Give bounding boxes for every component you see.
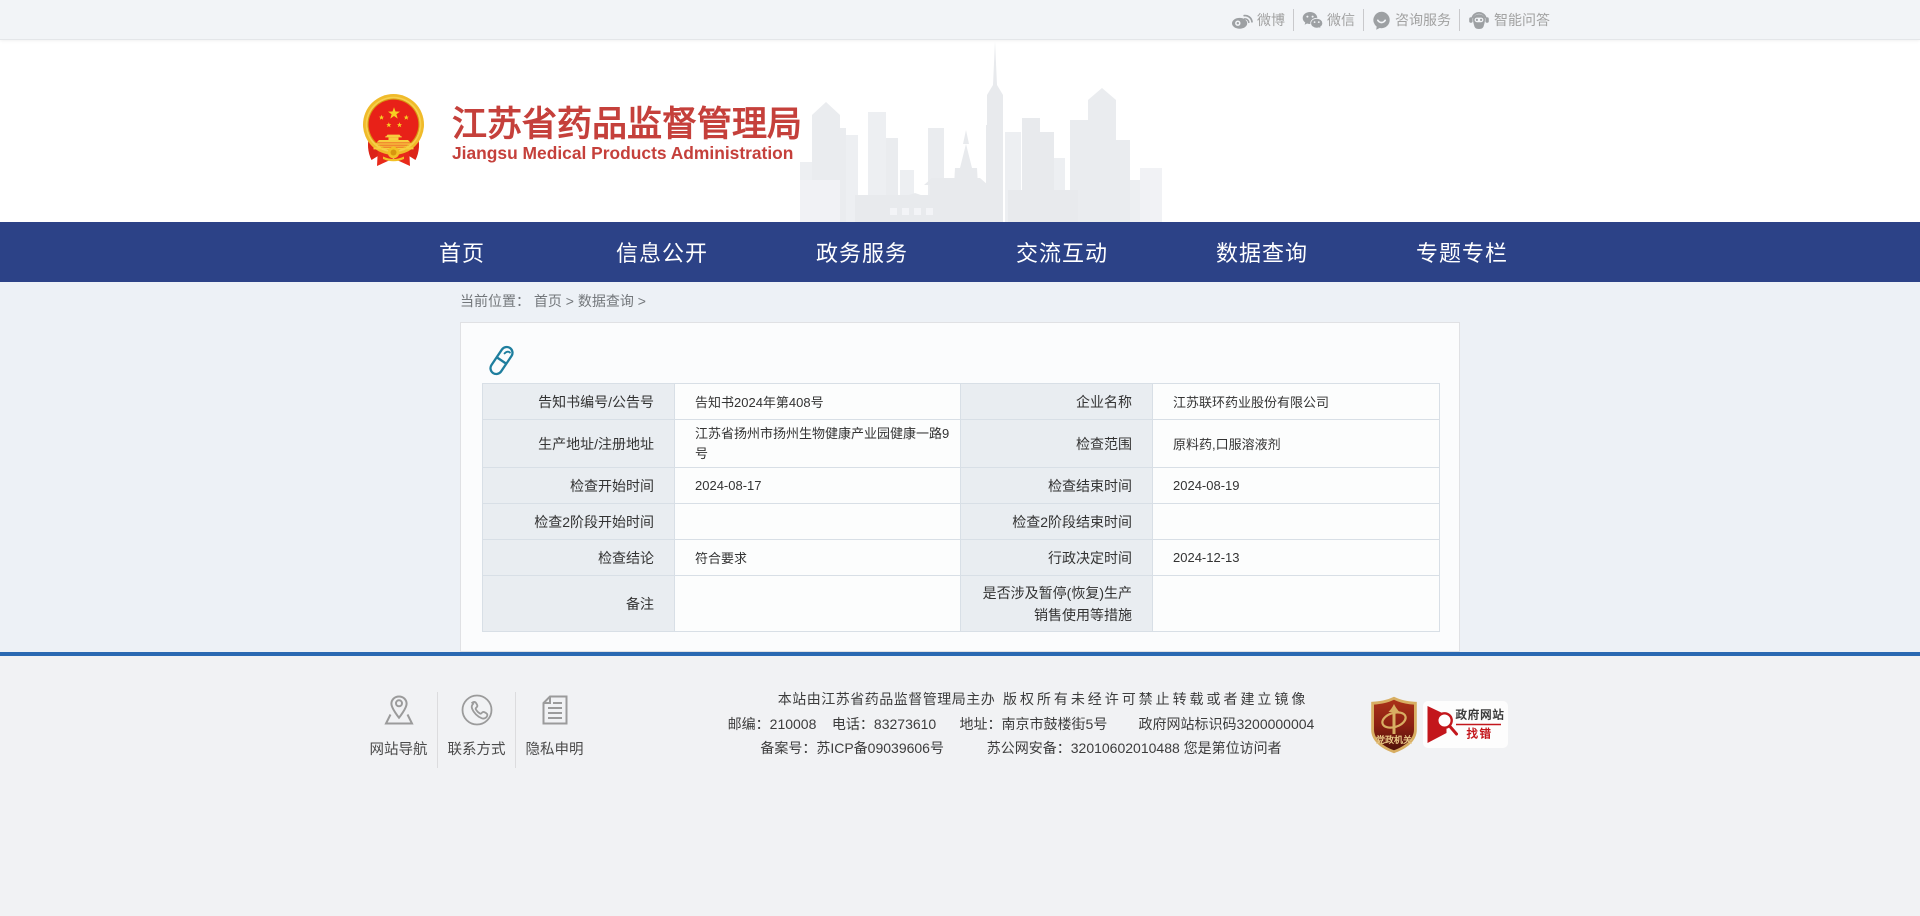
svg-text:找错: 找错: [1467, 727, 1493, 741]
svg-text:政府网站: 政府网站: [1456, 708, 1505, 722]
svg-text:党政机关: 党政机关: [1376, 734, 1412, 745]
